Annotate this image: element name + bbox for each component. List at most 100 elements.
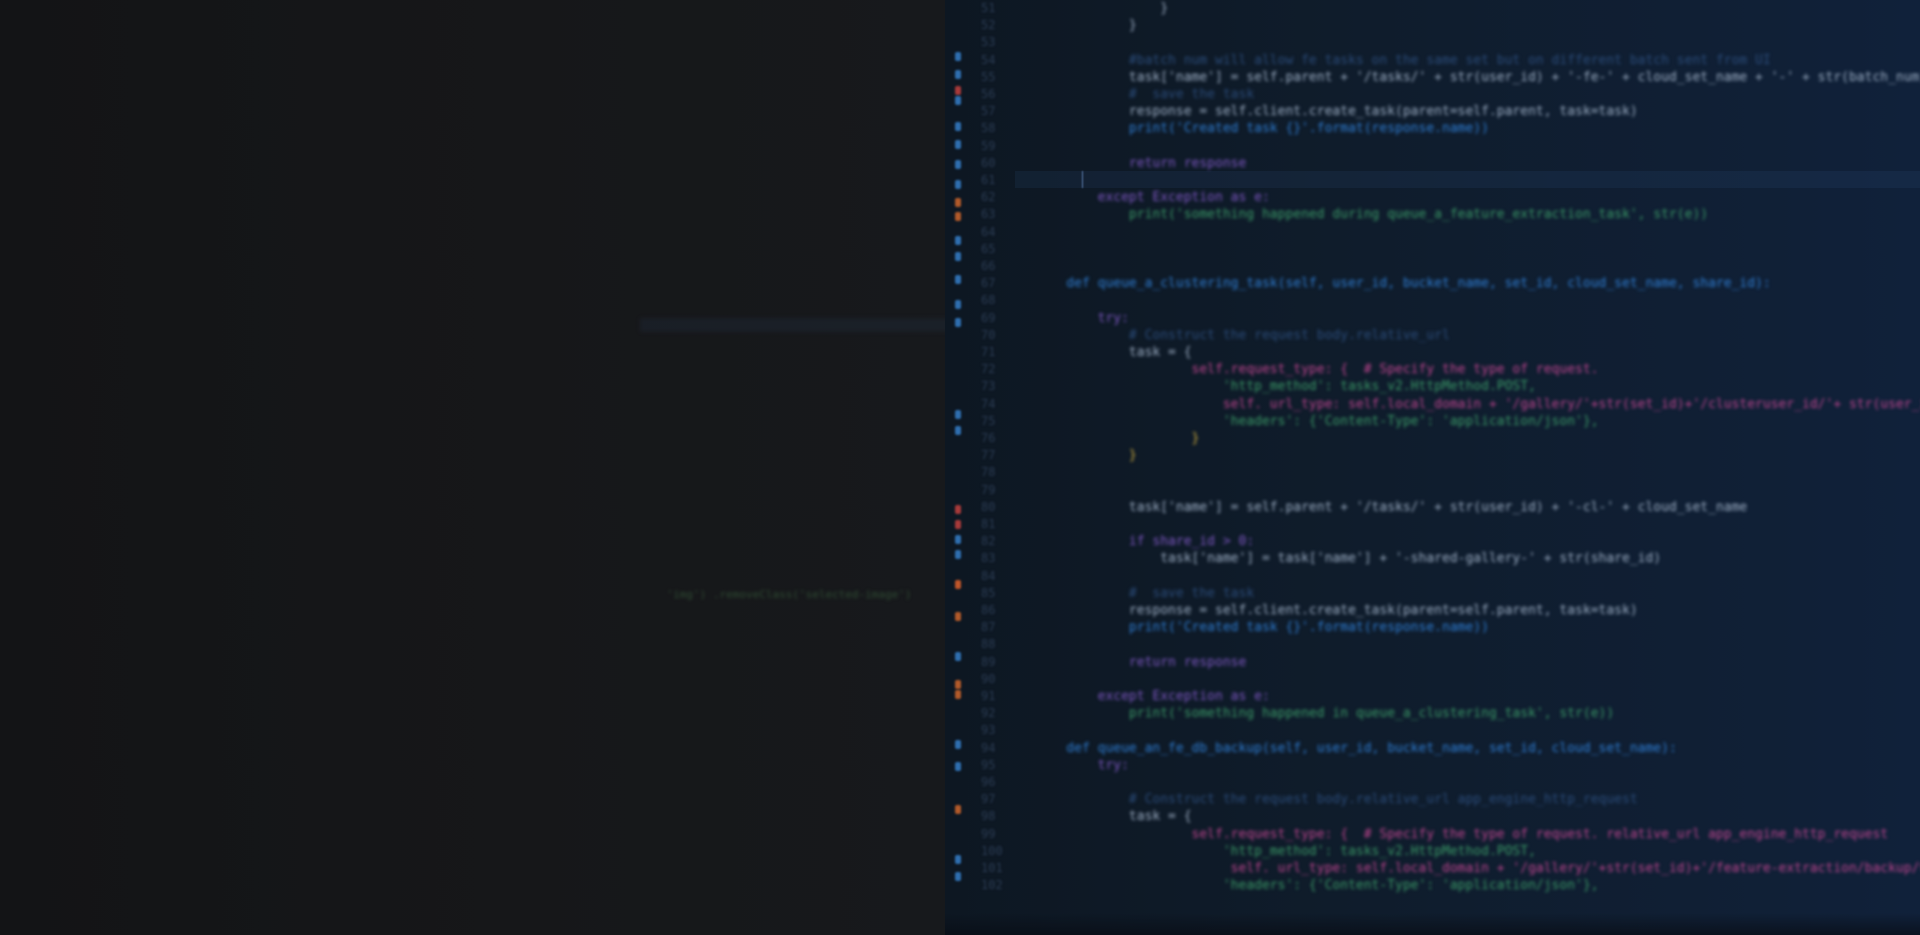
- left-pane-highlight: [640, 318, 945, 332]
- change-marker: [955, 212, 961, 221]
- line-number: 81: [981, 517, 996, 531]
- change-gutter: [955, 0, 969, 935]
- line-number: 67: [981, 276, 996, 290]
- line-number: 58: [981, 121, 996, 135]
- line-number: 76: [981, 431, 996, 445]
- code-line[interactable]: print('something happened during queue_a…: [1035, 206, 1708, 223]
- code-line[interactable]: def queue_an_fe_db_backup(self, user_id,…: [1035, 740, 1677, 757]
- code-line[interactable]: self. url_type: self.local_domain + '/ga…: [1035, 860, 1920, 877]
- line-number: 59: [981, 139, 996, 153]
- change-marker: [955, 505, 961, 514]
- line-number: 93: [981, 723, 996, 737]
- code-line[interactable]: print('Created task {}'.format(response.…: [1035, 120, 1489, 137]
- code-line[interactable]: # Construct the request body.relative_ur…: [1035, 791, 1638, 808]
- line-number: 102: [981, 878, 1003, 892]
- change-marker: [955, 426, 961, 435]
- code-line[interactable]: # save the task: [1035, 86, 1254, 103]
- change-marker: [955, 318, 961, 327]
- code-line[interactable]: }: [1035, 17, 1137, 34]
- line-number: 74: [981, 397, 996, 411]
- line-number: 92: [981, 706, 996, 720]
- code-line[interactable]: }: [1035, 0, 1168, 17]
- change-marker: [955, 680, 961, 689]
- change-marker: [955, 805, 961, 814]
- change-marker: [955, 410, 961, 419]
- line-number: 96: [981, 775, 996, 789]
- line-number: 60: [981, 156, 996, 170]
- code-line[interactable]: # save the task: [1035, 585, 1254, 602]
- code-line[interactable]: }: [1035, 447, 1137, 464]
- code-line[interactable]: try:: [1035, 310, 1129, 327]
- change-marker: [955, 520, 961, 529]
- code-line[interactable]: def queue_a_clustering_task(self, user_i…: [1035, 275, 1770, 292]
- change-marker: [955, 198, 961, 207]
- code-line[interactable]: try:: [1035, 757, 1129, 774]
- line-number: 65: [981, 242, 996, 256]
- code-line[interactable]: self.request_type: { # Specify the type …: [1035, 361, 1599, 378]
- line-number: 95: [981, 758, 996, 772]
- line-number: 73: [981, 379, 996, 393]
- change-marker: [955, 52, 961, 61]
- change-marker: [955, 612, 961, 621]
- line-number: 63: [981, 207, 996, 221]
- line-number: 101: [981, 861, 1003, 875]
- code-line[interactable]: response = self.client.create_task(paren…: [1035, 103, 1638, 120]
- change-marker: [955, 180, 961, 189]
- line-number: 94: [981, 741, 996, 755]
- code-line[interactable]: task['name'] = self.parent + '/tasks/' +…: [1035, 69, 1920, 86]
- line-number: 78: [981, 465, 996, 479]
- line-number: 91: [981, 689, 996, 703]
- code-line[interactable]: 'headers': {'Content-Type': 'application…: [1035, 413, 1599, 430]
- change-marker: [955, 140, 961, 149]
- code-line[interactable]: 'http_method': tasks_v2.HttpMethod.POST,: [1035, 378, 1536, 395]
- line-number: 90: [981, 672, 996, 686]
- code-editor[interactable]: 51 52 53 54 55 56 57 58 59 60 61 62 63 64 65 66 67 68 69 70…: [945, 0, 1920, 935]
- change-marker: [955, 70, 961, 79]
- change-marker: [955, 550, 961, 559]
- line-number: 85: [981, 586, 996, 600]
- code-line[interactable]: except Exception as e:: [1035, 688, 1270, 705]
- code-line[interactable]: if share_id > 0:: [1035, 533, 1254, 550]
- code-line[interactable]: self.request_type: { # Specify the type …: [1035, 826, 1889, 843]
- change-marker: [955, 252, 961, 261]
- line-number: 84: [981, 569, 996, 583]
- code-line[interactable]: task = {: [1035, 344, 1192, 361]
- line-number: 62: [981, 190, 996, 204]
- current-line-highlight: [1015, 171, 1920, 188]
- code-line[interactable]: except Exception as e:: [1035, 189, 1270, 206]
- left-code-text: 'img') .removeClass('selected-image'): [666, 588, 912, 601]
- code-line[interactable]: response = self.client.create_task(paren…: [1035, 602, 1638, 619]
- line-number: 77: [981, 448, 996, 462]
- line-number: 71: [981, 345, 996, 359]
- code-line[interactable]: task['name'] = self.parent + '/tasks/' +…: [1035, 499, 1747, 516]
- code-line[interactable]: #batch num will allow fe tasks on the sa…: [1035, 52, 1771, 69]
- line-number: 68: [981, 293, 996, 307]
- change-marker: [955, 160, 961, 169]
- code-line[interactable]: }: [1035, 430, 1200, 447]
- line-number: 80: [981, 500, 996, 514]
- line-number: 66: [981, 259, 996, 273]
- change-marker: [955, 855, 961, 864]
- code-line[interactable]: # Construct the request body.relative_ur…: [1035, 327, 1450, 344]
- code-line[interactable]: print('Created task {}'.format(response.…: [1035, 619, 1489, 636]
- change-marker: [955, 236, 961, 245]
- code-line[interactable]: task['name'] = task['name'] + '-shared-g…: [1035, 550, 1661, 567]
- change-marker: [955, 690, 961, 699]
- line-number: 72: [981, 362, 996, 376]
- line-number: 98: [981, 809, 996, 823]
- code-line[interactable]: 'headers': {'Content-Type': 'application…: [1035, 877, 1599, 894]
- line-number: 99: [981, 827, 996, 841]
- code-line[interactable]: return response: [1035, 654, 1246, 671]
- code-line[interactable]: self. url_type: self.local_domain + '/ga…: [1035, 396, 1920, 413]
- line-number: 53: [981, 35, 996, 49]
- line-number: 56: [981, 87, 996, 101]
- code-line[interactable]: task = {: [1035, 808, 1192, 825]
- line-number: 61: [981, 173, 996, 187]
- left-code-line: 'img') .removeClass('selected-image'): [640, 575, 912, 601]
- line-number: 57: [981, 104, 996, 118]
- code-line[interactable]: return response: [1035, 155, 1246, 172]
- text-caret: [1082, 171, 1083, 188]
- line-number: 52: [981, 18, 996, 32]
- code-line[interactable]: 'http_method': tasks_v2.HttpMethod.POST,: [1035, 843, 1536, 860]
- code-line[interactable]: print('something happened in queue_a_clu…: [1035, 705, 1614, 722]
